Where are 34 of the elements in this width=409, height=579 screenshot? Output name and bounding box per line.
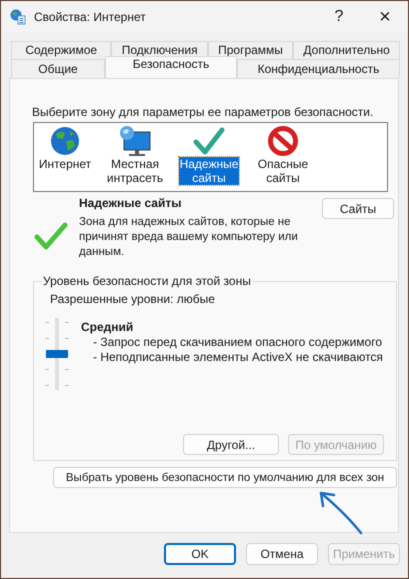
close-button[interactable]: × [362, 6, 408, 28]
level-name: Средний [81, 320, 134, 334]
monitor-globe-icon[interactable] [118, 125, 152, 157]
zone-label[interactable]: Интернет [38, 157, 92, 171]
level-button[interactable]: Другой... [183, 434, 279, 455]
tab[interactable]: Общие [11, 59, 105, 78]
tab[interactable]: Конфиденциальность [237, 59, 400, 78]
tab[interactable]: Безопасность [105, 56, 237, 78]
prohibited-icon[interactable] [267, 125, 299, 157]
slider-thumb[interactable] [46, 350, 68, 358]
zone-label[interactable]: Надежные сайты [178, 157, 240, 185]
dialog-button[interactable]: OK [164, 543, 236, 565]
level-detail: - Запрос перед скачиванием опасного содержимого [93, 335, 383, 349]
internet-options-icon [10, 9, 26, 25]
zone-title: Надежные сайты [79, 196, 182, 210]
security-slider[interactable] [45, 318, 69, 390]
zone-description: Зона для надежных сайтов, которые не причинят вреда вашему компьютеру или данным. [79, 215, 299, 260]
sites-button[interactable]: Сайты [322, 198, 394, 219]
help-button[interactable]: ? [316, 8, 362, 26]
tab[interactable]: Дополнительно [293, 41, 400, 59]
checkmark-icon[interactable] [193, 125, 225, 157]
reset-all-zones-button[interactable]: Выбрать уровень безопасности по умолчанию для всех зон [53, 467, 397, 488]
tab[interactable]: Программы [208, 41, 294, 59]
level-detail: - Неподписанные элементы ActiveX не скачиваются [93, 350, 383, 364]
zone-prompt: Выберите зону для параметры ее параметров безопасности. [32, 105, 374, 119]
tab[interactable]: Содержимое [11, 41, 112, 59]
group-legend: Уровень безопасности для этой зоны [42, 274, 252, 288]
dialog-button[interactable]: Отмена [246, 543, 318, 565]
allowed-levels: Разрешенные уровни: любые [50, 292, 216, 306]
window-title: Свойства: Интернет [34, 10, 147, 24]
globe-icon[interactable] [49, 125, 81, 157]
zone-label[interactable]: Местная интрасеть [106, 157, 164, 185]
checkmark-icon [33, 220, 69, 252]
zone-label[interactable]: Опасные сайты [256, 157, 310, 185]
